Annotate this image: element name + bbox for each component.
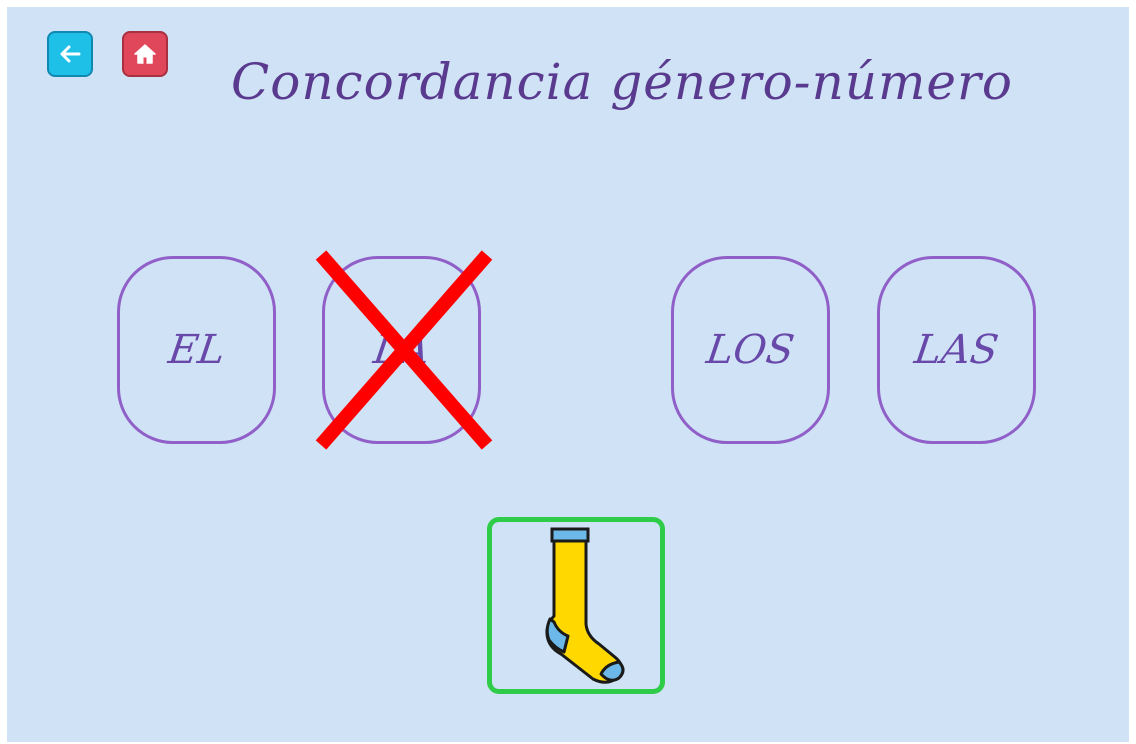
- page-title: Concordancia género-número: [231, 53, 1013, 111]
- home-button[interactable]: [122, 31, 168, 77]
- home-icon: [134, 44, 156, 64]
- game-stage: Concordancia género-número EL LA LOS LAS: [7, 7, 1129, 742]
- article-label: EL: [165, 327, 228, 373]
- article-option-el[interactable]: EL: [117, 256, 276, 444]
- article-option-las[interactable]: LAS: [877, 256, 1036, 444]
- arrow-left-icon: [60, 45, 81, 63]
- back-button[interactable]: [47, 31, 93, 77]
- article-option-los[interactable]: LOS: [671, 256, 830, 444]
- article-option-la[interactable]: LA: [322, 256, 481, 444]
- article-label: LA: [370, 327, 433, 373]
- article-label: LAS: [911, 327, 1002, 373]
- sock-icon: [545, 527, 625, 684]
- article-label: LOS: [703, 327, 798, 373]
- picture-card: [487, 517, 665, 694]
